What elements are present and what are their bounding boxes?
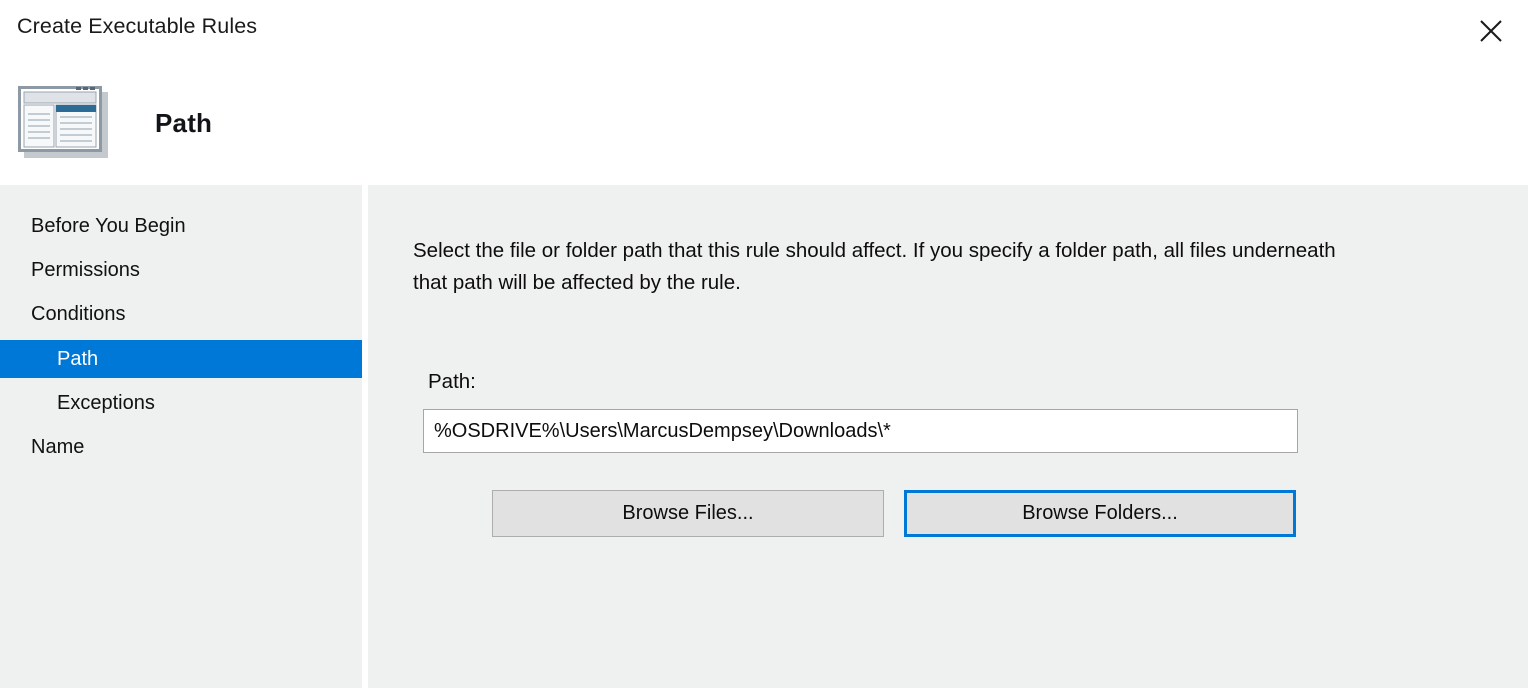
browse-files-button[interactable]: Browse Files... <box>492 490 884 537</box>
sidebar-item-permissions[interactable]: Permissions <box>0 251 362 289</box>
sidebar-item-exceptions[interactable]: Exceptions <box>0 384 362 422</box>
sidebar-item-label: Permissions <box>0 259 140 282</box>
path-field-label: Path: <box>428 370 476 394</box>
page-description: Select the file or folder path that this… <box>413 235 1373 299</box>
sidebar-item-name[interactable]: Name <box>0 428 362 466</box>
sidebar-item-conditions[interactable]: Conditions <box>0 295 362 333</box>
browse-files-label: Browse Files... <box>622 502 753 525</box>
close-button[interactable] <box>1468 10 1514 52</box>
sidebar-item-label: Before You Begin <box>0 215 186 238</box>
browse-folders-label: Browse Folders... <box>1022 502 1178 525</box>
sidebar-item-before-you-begin[interactable]: Before You Begin <box>0 207 362 245</box>
browse-folders-button[interactable]: Browse Folders... <box>904 490 1296 537</box>
page-title: Path <box>155 108 212 139</box>
sidebar-item-label: Name <box>0 436 84 459</box>
sidebar-item-path[interactable]: Path <box>0 340 362 378</box>
wizard-sidebar: Before You Begin Permissions Conditions … <box>0 185 362 688</box>
sidebar-item-label: Path <box>0 348 98 371</box>
create-executable-rules-dialog: Create Executable Rules <box>0 0 1528 688</box>
sidebar-item-label: Conditions <box>0 303 126 326</box>
wizard-window-icon <box>18 86 110 160</box>
content-pane: Select the file or folder path that this… <box>368 185 1528 688</box>
path-input[interactable] <box>423 409 1298 453</box>
sidebar-item-label: Exceptions <box>0 392 155 415</box>
dialog-header: Create Executable Rules <box>0 0 1528 185</box>
window-title: Create Executable Rules <box>17 14 257 39</box>
close-icon <box>1478 18 1504 44</box>
